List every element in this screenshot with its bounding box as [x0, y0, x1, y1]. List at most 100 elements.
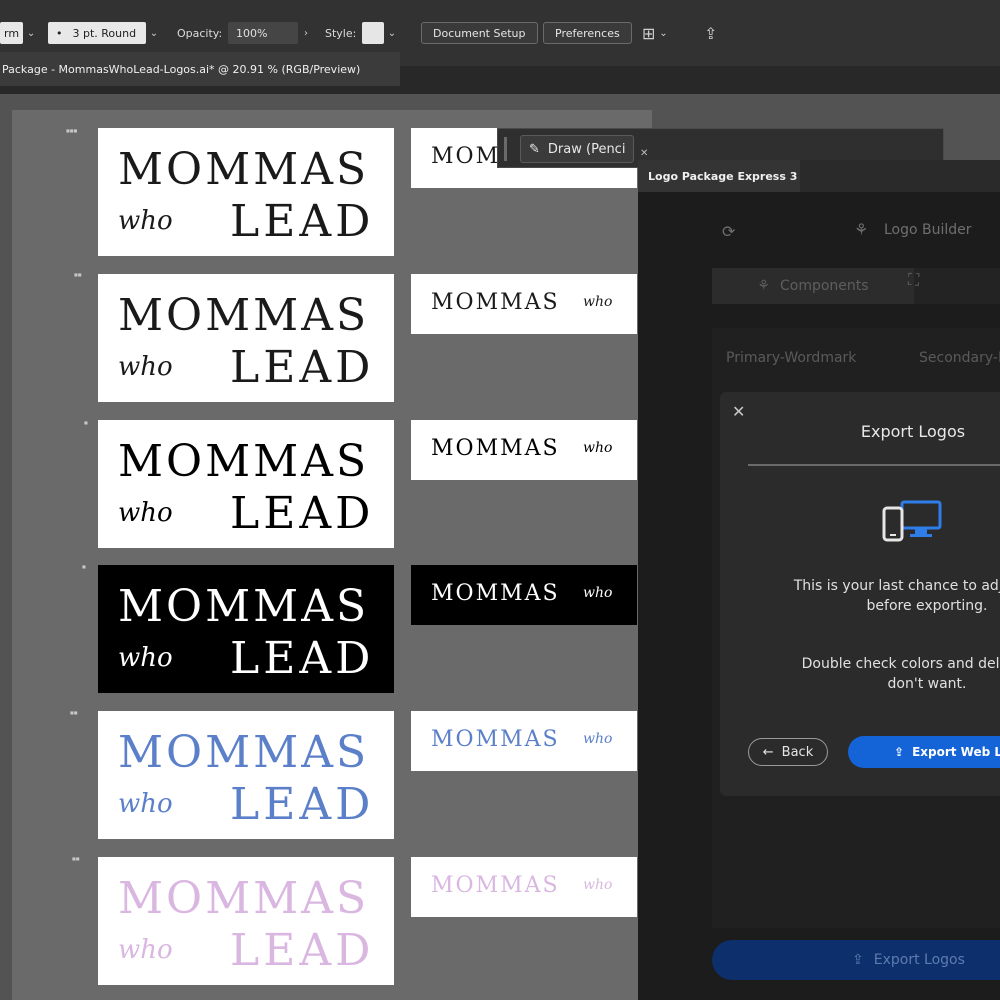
opacity-input[interactable]: 100%	[228, 22, 298, 44]
primary-wordmark-blue[interactable]: MOMMAS who LEAD	[98, 711, 394, 839]
bullet-icon: •	[56, 26, 63, 40]
logo-word-who: who	[118, 352, 173, 382]
logo-word-mommas-partial: MOM	[431, 144, 501, 169]
chevron-down-icon[interactable]: ⌄	[655, 28, 671, 39]
style-swatch[interactable]	[362, 22, 384, 44]
logo-word-lead: LEAD	[230, 488, 375, 539]
refresh-icon[interactable]: ⟳	[722, 222, 735, 241]
logo-word-mommas: MOMMAS	[118, 727, 370, 778]
artboard-label: ■	[82, 564, 86, 569]
document-tab[interactable]: Package - MommasWhoLead-Logos.ai* @ 20.9…	[0, 52, 400, 86]
logo-builder-title: Logo Builder	[884, 222, 972, 238]
paint-bucket-icon[interactable]: ⛶	[908, 270, 919, 290]
export-icon: ⇪	[852, 952, 864, 968]
chevron-down-icon[interactable]: ⌄	[23, 28, 39, 39]
logo-word-who: who	[583, 731, 613, 747]
back-button[interactable]: ← Back	[748, 738, 828, 766]
logo-word-who: who	[583, 294, 613, 310]
logo-word-who: who	[118, 935, 173, 965]
artboard-label: ■■	[74, 272, 82, 277]
tab-components[interactable]: ⚘ Components	[712, 268, 914, 304]
dialog-line-4: don't want.	[887, 676, 967, 692]
draw-pencil-button[interactable]: ✎ Draw (Penci	[520, 135, 635, 163]
secondary-wordmark-pink[interactable]: MOMMAS who	[411, 857, 637, 917]
dialog-title: Export Logos	[860, 422, 966, 441]
logo-word-who: who	[118, 643, 173, 673]
primary-wordmark-pink[interactable]: MOMMAS who LEAD	[98, 857, 394, 985]
logo-word-who: who	[583, 440, 613, 456]
export-web-logos-button[interactable]: ⇪ Export Web L	[848, 736, 1000, 768]
logo-builder-icon: ⚘	[854, 220, 869, 239]
logo-word-mommas: MOMMAS	[118, 873, 370, 924]
illustrator-window: rm ⌄ • 3 pt. Round ⌄ Opacity: 100% › Sty…	[0, 0, 1000, 1000]
stroke-profile-field[interactable]: • 3 pt. Round	[48, 22, 146, 44]
secondary-wordmark-white[interactable]: MOMMAS who	[411, 565, 637, 625]
component-secondary[interactable]: Secondary-H	[919, 350, 1000, 366]
logo-word-who: who	[118, 789, 173, 819]
artboard-label: ■■■	[66, 128, 78, 133]
logo-word-mommas: MOMMAS	[431, 873, 560, 898]
components-icon: ⚘	[757, 278, 770, 294]
export-icon: ⇪	[894, 745, 905, 759]
toolbar-grip[interactable]	[504, 137, 507, 161]
logo-word-mommas: MOMMAS	[431, 727, 560, 752]
style-label: Style:	[325, 26, 357, 40]
opacity-label: Opacity:	[177, 26, 223, 40]
primary-wordmark-dark[interactable]: MOMMAS who LEAD	[98, 128, 394, 256]
chevron-right-icon[interactable]: ›	[298, 28, 314, 39]
logo-word-lead: LEAD	[230, 342, 375, 393]
components-tab-label: Components	[779, 278, 869, 294]
export-logos-dialog: ✕ Export Logos This is your last chance …	[720, 392, 1000, 796]
pencil-icon: ✎	[529, 141, 540, 157]
component-primary-wordmark[interactable]: Primary-Wordmark	[726, 350, 856, 366]
artboard-label: ■■	[70, 710, 78, 715]
dialog-message-1: This is your last chance to adjust your …	[748, 576, 1000, 616]
primary-wordmark-white[interactable]: MOMMAS who LEAD	[98, 565, 394, 693]
primary-wordmark-full-color[interactable]: MOMMAS who LEAD	[98, 274, 394, 402]
artboard-label: ■	[84, 420, 88, 425]
arrow-left-icon: ←	[762, 744, 774, 760]
logo-word-who: who	[118, 498, 173, 528]
artboard-label: ■■	[72, 856, 80, 861]
primary-wordmark-black[interactable]: MOMMAS who LEAD	[98, 420, 394, 548]
chevron-down-icon[interactable]: ⌄	[146, 28, 162, 39]
logo-word-lead: LEAD	[230, 633, 375, 684]
share-icon[interactable]: ⇪	[704, 24, 717, 43]
panel-tab-strip	[800, 160, 1000, 192]
preferences-button[interactable]: Preferences	[543, 22, 632, 44]
logo-word-who: who	[583, 585, 613, 601]
export-web-label: Export Web L	[912, 745, 1000, 759]
document-tab-title: Package - MommasWhoLead-Logos.ai* @ 20.9…	[2, 62, 361, 76]
dialog-line-2: before exporting.	[866, 598, 988, 614]
export-logos-label: Export Logos	[873, 952, 965, 968]
logo-word-mommas: MOMMAS	[431, 581, 560, 606]
close-icon[interactable]: ✕	[640, 148, 648, 159]
logo-word-who: who	[583, 877, 613, 893]
back-label: Back	[781, 744, 814, 760]
panel-tab[interactable]: Logo Package Express 3	[638, 160, 800, 192]
dialog-line-3: Double check colors and delete any	[801, 656, 1000, 672]
logo-word-mommas: MOMMAS	[118, 436, 370, 487]
secondary-wordmark-full-color[interactable]: MOMMAS who	[411, 274, 637, 334]
logo-word-mommas: MOMMAS	[118, 581, 370, 632]
devices-icon	[882, 500, 942, 546]
export-logos-button[interactable]: ⇪ Export Logos	[712, 940, 1000, 980]
arrange-icon[interactable]: ⊞	[642, 24, 655, 43]
secondary-wordmark-blue[interactable]: MOMMAS who	[411, 711, 637, 771]
secondary-wordmark-black[interactable]: MOMMAS who	[411, 420, 637, 480]
stroke-field[interactable]: rm	[0, 22, 24, 44]
panel-tab-title: Logo Package Express 3	[648, 169, 798, 183]
logo-word-mommas: MOMMAS	[431, 436, 560, 461]
logo-word-who: who	[118, 206, 173, 236]
logo-word-lead: LEAD	[230, 925, 375, 976]
close-icon[interactable]: ✕	[732, 402, 745, 421]
stroke-profile-value: 3 pt. Round	[72, 26, 137, 40]
chevron-down-icon[interactable]: ⌄	[384, 28, 400, 39]
dialog-line-1: This is your last chance to adjust your	[793, 578, 1000, 594]
logo-word-lead: LEAD	[230, 196, 375, 247]
document-setup-button[interactable]: Document Setup	[421, 22, 538, 44]
logo-word-mommas: MOMMAS	[431, 290, 560, 315]
component-tabs: ⚘ Components	[712, 268, 1000, 304]
dialog-divider	[748, 464, 1000, 466]
draw-label: Draw (Penci	[547, 141, 626, 157]
